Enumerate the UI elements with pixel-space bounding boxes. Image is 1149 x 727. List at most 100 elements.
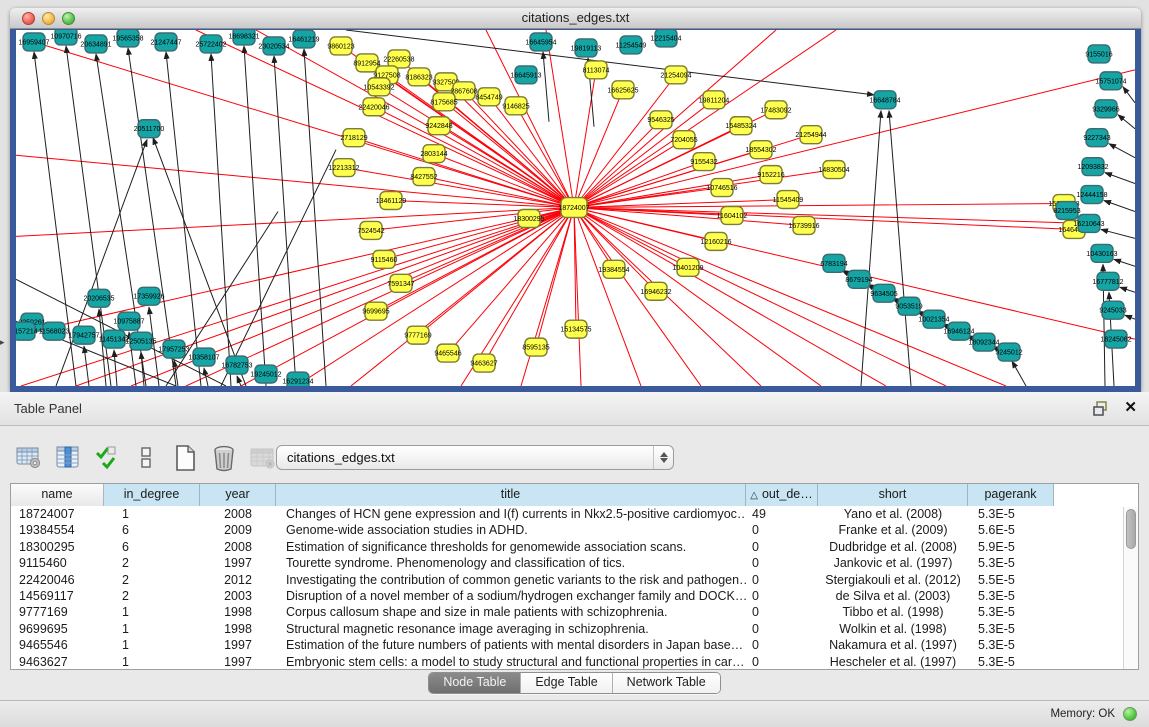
- graph-node[interactable]: 10358107: [188, 348, 219, 366]
- graph-edge[interactable]: [574, 208, 1089, 224]
- graph-node[interactable]: 9155432: [690, 153, 717, 171]
- graph-node[interactable]: 10543392: [363, 78, 394, 96]
- graph-edge[interactable]: [418, 208, 574, 336]
- network-graph[interactable]: 1872400798601238912954222605389127508105…: [16, 30, 1135, 386]
- graph-node[interactable]: 9053519: [895, 297, 922, 315]
- graph-node[interactable]: 8186323: [405, 68, 432, 86]
- graph-node[interactable]: 16777812: [1092, 272, 1123, 290]
- graph-node[interactable]: 13461129: [376, 192, 407, 210]
- graph-node[interactable]: 19384554: [598, 260, 629, 278]
- graph-node[interactable]: 16291234: [282, 372, 313, 386]
- table-selector-dropdown[interactable]: citations_edges.txt: [276, 445, 674, 470]
- close-panel-icon[interactable]: ✕: [1124, 400, 1137, 416]
- graph-edge[interactable]: [1012, 361, 1026, 386]
- graph-edge[interactable]: [304, 49, 326, 386]
- graph-node[interactable]: 9155016: [1085, 45, 1112, 63]
- graph-node[interactable]: 6783194: [820, 254, 847, 272]
- zoom-window-button[interactable]: [62, 12, 75, 25]
- graph-node[interactable]: 9152216: [757, 166, 784, 184]
- tab-node-table[interactable]: Node Table: [429, 673, 521, 693]
- graph-node[interactable]: 9777169: [404, 326, 431, 344]
- graph-edge[interactable]: [521, 208, 574, 386]
- column-header-pagerank[interactable]: pagerank: [968, 484, 1054, 506]
- graph-node[interactable]: 18092344: [968, 333, 999, 351]
- graph-node[interactable]: 12444158: [1076, 186, 1107, 204]
- graph-node[interactable]: 12215404: [650, 30, 681, 47]
- graph-node[interactable]: 8215953: [1053, 202, 1080, 220]
- table-row[interactable]: 1938455462009Genome-wide association stu…: [11, 522, 1138, 538]
- table-row[interactable]: 911546021997Tourette syndrome. Phenomeno…: [11, 555, 1138, 571]
- graph-node[interactable]: 19811204: [699, 91, 730, 109]
- graph-node[interactable]: 7204055: [670, 131, 697, 149]
- graph-node[interactable]: 16461219: [288, 30, 319, 48]
- graph-node[interactable]: 16648784: [869, 91, 900, 109]
- graph-node[interactable]: 23020534: [258, 37, 289, 55]
- column-header-title[interactable]: title: [276, 484, 746, 506]
- table-row[interactable]: 1830029562008Estimation of significance …: [11, 539, 1138, 555]
- graph-node[interactable]: 9699695: [362, 302, 389, 320]
- table-row[interactable]: 946554611997Estimation of the future num…: [11, 637, 1138, 653]
- graph-node[interactable]: 18300295: [513, 209, 544, 227]
- table-settings-icon[interactable]: [14, 443, 44, 473]
- graph-node[interactable]: 12093832: [1077, 158, 1108, 176]
- new-table-icon[interactable]: [170, 443, 200, 473]
- show-column-icon[interactable]: [53, 443, 83, 473]
- graph-edge[interactable]: [237, 376, 241, 386]
- graph-node[interactable]: 19245012: [250, 365, 281, 383]
- graph-node[interactable]: 9465546: [434, 344, 461, 362]
- graph-node[interactable]: 16959407: [18, 33, 49, 51]
- graph-node[interactable]: 25722402: [195, 35, 226, 53]
- table-row[interactable]: 969969511998Structural magnetic resonanc…: [11, 621, 1138, 637]
- table-row[interactable]: 977716911998Corpus callosum shape and si…: [11, 604, 1138, 620]
- graph-edge[interactable]: [1105, 173, 1135, 184]
- graph-edge[interactable]: [889, 111, 911, 386]
- graph-node[interactable]: 20511700: [134, 120, 165, 138]
- graph-edge[interactable]: [1118, 115, 1135, 129]
- graph-edge[interactable]: [574, 204, 1064, 208]
- table-row[interactable]: 1872400712008Changes of HCN gene express…: [11, 506, 1138, 522]
- column-header-in_degree[interactable]: in_degree: [104, 484, 200, 506]
- graph-node[interactable]: 20206535: [83, 289, 114, 307]
- graph-node[interactable]: 9245033: [1099, 301, 1126, 319]
- graph-edge[interactable]: [574, 208, 688, 268]
- table-row[interactable]: 946362711997Embryonic stem cells: a mode…: [11, 654, 1138, 670]
- graph-node[interactable]: 8427552: [410, 168, 437, 186]
- graph-edge[interactable]: [1114, 259, 1135, 266]
- graph-edge[interactable]: [1109, 144, 1135, 158]
- float-panel-icon[interactable]: [1093, 401, 1110, 416]
- graph-edge[interactable]: [543, 52, 549, 122]
- graph-node[interactable]: 12505135: [125, 332, 156, 350]
- graph-node[interactable]: 8454749: [475, 88, 502, 106]
- graph-edge[interactable]: [574, 70, 596, 208]
- graph-node[interactable]: 19565358: [112, 30, 143, 47]
- graph-node[interactable]: 2803144: [420, 145, 447, 163]
- column-header-name[interactable]: name: [11, 484, 104, 506]
- graph-edge[interactable]: [574, 70, 1135, 208]
- graph-edge[interactable]: [241, 208, 574, 386]
- graph-edge[interactable]: [84, 346, 89, 386]
- graph-node[interactable]: 17483092: [760, 101, 791, 119]
- graph-edge[interactable]: [574, 208, 1006, 386]
- graph-node[interactable]: 16782753: [221, 356, 252, 374]
- network-canvas[interactable]: 1872400798601238912954222605389127508105…: [16, 30, 1135, 386]
- graph-edge[interactable]: [1104, 201, 1135, 212]
- graph-node[interactable]: 10401209: [672, 258, 703, 276]
- graph-node[interactable]: 18554302: [745, 141, 776, 159]
- graph-edge[interactable]: [448, 208, 574, 354]
- graph-node[interactable]: 9463627: [470, 354, 497, 372]
- table-row[interactable]: 2242004622012Investigating the contribut…: [11, 572, 1138, 588]
- graph-node[interactable]: 17957253: [158, 340, 189, 358]
- graph-edge[interactable]: [16, 208, 574, 350]
- graph-edge[interactable]: [374, 107, 574, 208]
- graph-edge[interactable]: [296, 208, 574, 386]
- close-window-button[interactable]: [22, 12, 35, 25]
- graph-node[interactable]: 12213312: [328, 159, 359, 177]
- graph-edge[interactable]: [244, 46, 266, 386]
- column-header-short[interactable]: short: [818, 484, 968, 506]
- graph-node[interactable]: 2718129: [340, 129, 367, 147]
- graph-node[interactable]: 16946124: [943, 322, 974, 340]
- graph-node[interactable]: 16645913: [510, 66, 541, 84]
- graph-node[interactable]: 9157214: [16, 322, 38, 340]
- graph-node[interactable]: 18698321: [228, 30, 259, 45]
- graph-edge[interactable]: [1101, 229, 1135, 238]
